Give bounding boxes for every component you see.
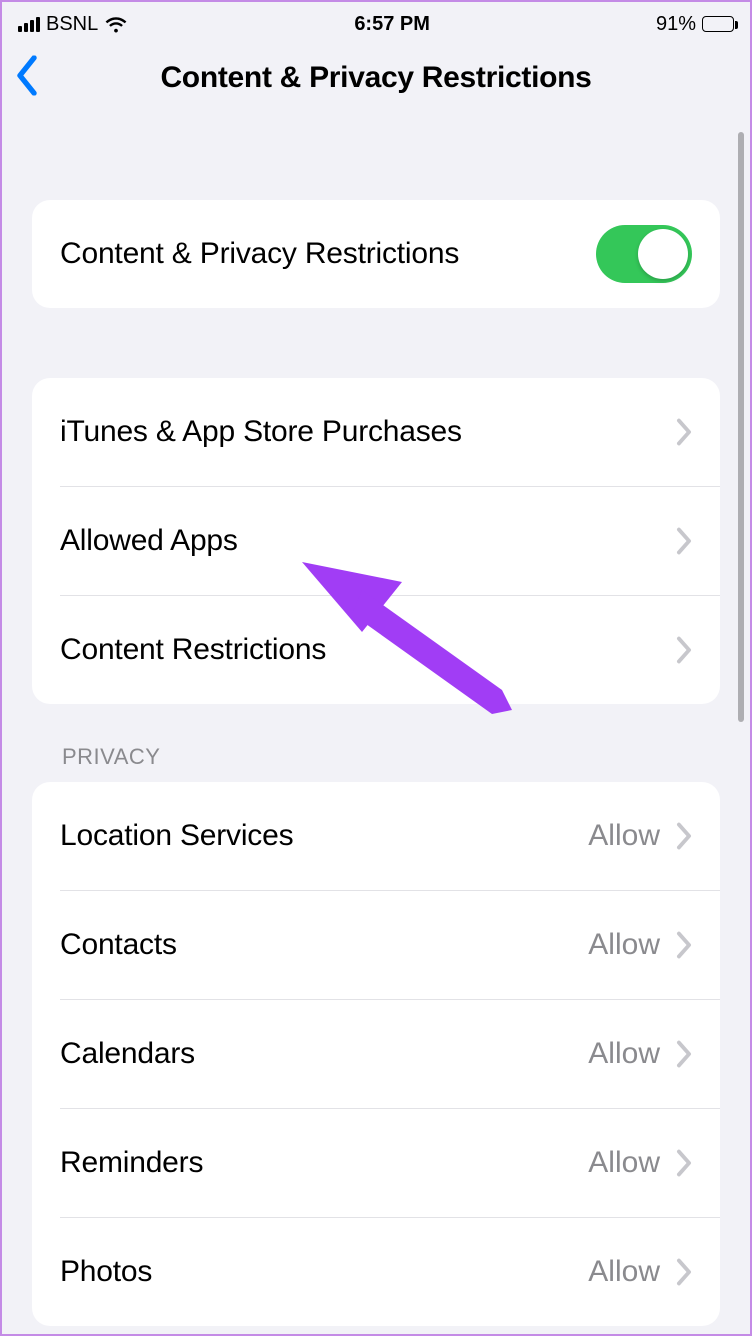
status-right: 91% xyxy=(656,13,734,36)
row-label: Contacts xyxy=(60,928,177,962)
nav-header: Content & Privacy Restrictions xyxy=(2,46,750,110)
row-label: Location Services xyxy=(60,819,293,853)
row-reminders[interactable]: Reminders Allow xyxy=(32,1109,720,1217)
restrictions-toggle-row[interactable]: Content & Privacy Restrictions xyxy=(32,200,720,308)
privacy-section-header: PRIVACY xyxy=(62,744,720,770)
scrollbar[interactable] xyxy=(738,132,744,722)
row-value: Allow xyxy=(588,1255,660,1289)
row-label: Reminders xyxy=(60,1146,203,1180)
status-time: 6:57 PM xyxy=(354,13,430,36)
toggle-knob xyxy=(638,229,688,279)
chevron-right-icon xyxy=(676,636,692,664)
wifi-icon xyxy=(104,15,128,33)
row-label: Content Restrictions xyxy=(60,633,326,667)
row-accessory xyxy=(676,527,692,555)
row-photos[interactable]: Photos Allow xyxy=(32,1218,720,1326)
row-label: iTunes & App Store Purchases xyxy=(60,415,462,449)
row-accessory: Allow xyxy=(588,928,692,962)
restrictions-toggle-label: Content & Privacy Restrictions xyxy=(60,237,459,271)
row-accessory: Allow xyxy=(588,1255,692,1289)
row-value: Allow xyxy=(588,819,660,853)
row-accessory xyxy=(676,636,692,664)
chevron-right-icon xyxy=(676,1149,692,1177)
row-contacts[interactable]: Contacts Allow xyxy=(32,891,720,999)
row-content-restrictions[interactable]: Content Restrictions xyxy=(32,596,720,704)
status-left: BSNL xyxy=(18,13,128,36)
carrier-label: BSNL xyxy=(46,13,98,36)
row-accessory: Allow xyxy=(588,1146,692,1180)
chevron-right-icon xyxy=(676,527,692,555)
restrictions-toggle[interactable] xyxy=(596,225,692,283)
row-location-services[interactable]: Location Services Allow xyxy=(32,782,720,890)
row-label: Photos xyxy=(60,1255,152,1289)
row-accessory xyxy=(676,418,692,446)
back-button[interactable] xyxy=(14,56,40,101)
row-value: Allow xyxy=(588,1146,660,1180)
row-calendars[interactable]: Calendars Allow xyxy=(32,1000,720,1108)
chevron-right-icon xyxy=(676,418,692,446)
battery-indicator: 91% xyxy=(656,13,734,36)
row-value: Allow xyxy=(588,1037,660,1071)
battery-percent: 91% xyxy=(656,13,696,36)
chevron-right-icon xyxy=(676,1040,692,1068)
content-scroll[interactable]: Content & Privacy Restrictions iTunes & … xyxy=(2,200,750,1326)
battery-icon xyxy=(702,16,734,32)
restrictions-nav-group: iTunes & App Store Purchases Allowed App… xyxy=(32,378,720,704)
row-label: Allowed Apps xyxy=(60,524,238,558)
row-itunes-purchases[interactable]: iTunes & App Store Purchases xyxy=(32,378,720,486)
signal-icon xyxy=(18,16,40,32)
row-label: Calendars xyxy=(60,1037,195,1071)
status-bar: BSNL 6:57 PM 91% xyxy=(2,2,750,46)
row-value: Allow xyxy=(588,928,660,962)
page-title: Content & Privacy Restrictions xyxy=(160,61,591,95)
chevron-right-icon xyxy=(676,822,692,850)
restrictions-toggle-group: Content & Privacy Restrictions xyxy=(32,200,720,308)
row-accessory: Allow xyxy=(588,1037,692,1071)
row-allowed-apps[interactable]: Allowed Apps xyxy=(32,487,720,595)
chevron-right-icon xyxy=(676,931,692,959)
chevron-right-icon xyxy=(676,1258,692,1286)
privacy-group: Location Services Allow Contacts Allow C… xyxy=(32,782,720,1326)
row-accessory: Allow xyxy=(588,819,692,853)
